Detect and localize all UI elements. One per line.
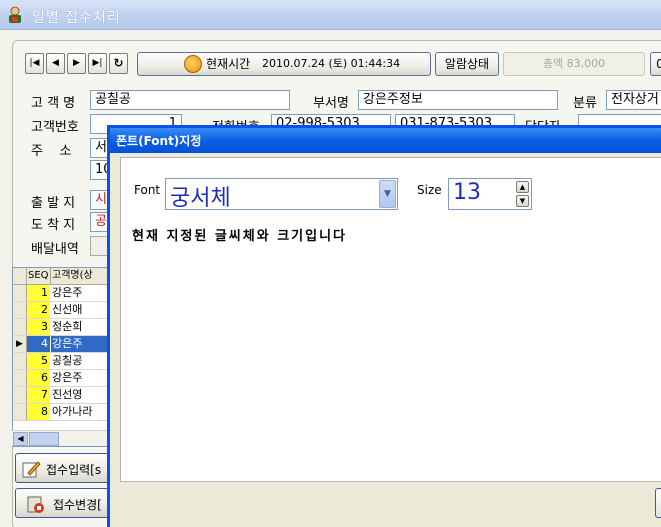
row-indicator[interactable] [13, 404, 27, 420]
last-record-button[interactable]: ▶| [88, 53, 107, 74]
delivery-label: 배달내역 [31, 242, 79, 257]
chevron-down-icon[interactable]: ▼ [379, 180, 396, 208]
refresh-button[interactable]: ↻ [109, 53, 128, 74]
dept-label: 부서명 [313, 96, 349, 111]
size-value: 13 [453, 180, 481, 205]
last-icon: ▶| [92, 58, 103, 68]
window-title: 일별 접수처리 [32, 10, 121, 26]
row-indicator[interactable]: ▶ [13, 336, 27, 352]
receive-change-button[interactable]: 접수변경[ [15, 488, 120, 518]
change-icon [26, 494, 46, 514]
dialog-ok-button[interactable] [655, 488, 661, 518]
row-seq-cell[interactable]: 5 [27, 353, 50, 369]
origin-label: 출 발 지 [31, 196, 76, 211]
app-icon [6, 6, 24, 24]
customer-name-field[interactable]: 공칠공 [90, 90, 290, 110]
customer-no-label: 고객번호 [31, 120, 79, 135]
row-seq-cell[interactable]: 1 [27, 285, 50, 301]
address-label: 주 소 [31, 144, 72, 159]
customer-grid[interactable]: SEQ 고객명(상 1 강은주 2 신선애 3 정순희 ▶ 4 강은주 5 공칠공 6 강은주 7 진선영 8… [12, 267, 123, 447]
first-icon: |◀ [29, 58, 40, 68]
grid-indicator-header [13, 268, 27, 285]
font-select[interactable]: 궁서체 ▼ [165, 178, 398, 211]
prev-icon: ◀ [52, 58, 59, 68]
size-stepper[interactable]: 13 ▲ ▼ [448, 178, 532, 210]
next-record-button[interactable]: ▶ [67, 53, 86, 74]
current-time-label: 현재시간 [206, 57, 251, 71]
font-dialog: 폰트(Font)지정 Font 궁서체 ▼ Size 13 ▲ ▼ 현재 지정된… [107, 125, 661, 527]
row-seq-cell[interactable]: 2 [27, 302, 50, 318]
row-indicator[interactable] [13, 302, 27, 318]
scroll-thumb[interactable] [29, 432, 59, 446]
size-label: Size [417, 183, 442, 197]
row-seq-cell[interactable]: 8 [27, 404, 50, 420]
row-indicator[interactable] [13, 319, 27, 335]
next-icon: ▶ [73, 58, 80, 68]
row-indicator[interactable] [13, 370, 27, 386]
category-field[interactable]: 전자상거 [606, 90, 661, 110]
row-indicator[interactable] [13, 285, 27, 301]
scroll-left-icon[interactable]: ◀ [13, 432, 28, 446]
font-select-value: 궁서체 [170, 186, 231, 211]
prev-record-button[interactable]: ◀ [46, 53, 65, 74]
font-dialog-panel: Font 궁서체 ▼ Size 13 ▲ ▼ 현재 지정된 글씨체와 크기입니다 [120, 157, 661, 482]
category-label: 분류 [573, 96, 597, 111]
edge-button[interactable]: 0 [650, 52, 661, 76]
edit-icon [21, 459, 41, 479]
alarm-status-button[interactable]: 알람상태 [435, 52, 499, 76]
current-time-button[interactable]: 현재시간 2010.07.24 (토) 01:44:34 [137, 52, 431, 76]
font-dialog-title: 폰트(Font)지정 [116, 134, 202, 148]
row-seq-cell[interactable]: 3 [27, 319, 50, 335]
grid-horizontal-scrollbar[interactable]: ◀ [12, 430, 110, 446]
row-seq-cell[interactable]: 4 [27, 336, 50, 352]
font-preview-text: 현재 지정된 글씨체와 크기입니다 [132, 229, 348, 244]
customer-name-label: 고 객 명 [31, 96, 76, 111]
receive-change-label: 접수변경[ [53, 498, 102, 512]
font-label: Font [134, 183, 161, 197]
current-time-value: 2010.07.24 (토) 01:44:34 [262, 57, 401, 70]
row-seq-cell[interactable]: 7 [27, 387, 50, 403]
row-seq-cell[interactable]: 6 [27, 370, 50, 386]
refresh-icon: ↻ [113, 56, 124, 70]
total-amount-field: 총액 83,000 [503, 52, 645, 76]
destination-label: 도 착 지 [31, 218, 76, 233]
clock-icon [184, 55, 202, 73]
first-record-button[interactable]: |◀ [25, 53, 44, 74]
grid-header-seq[interactable]: SEQ [27, 268, 51, 285]
spin-down-icon[interactable]: ▼ [516, 195, 529, 207]
row-indicator[interactable] [13, 387, 27, 403]
spin-up-icon[interactable]: ▲ [516, 181, 529, 193]
dept-field[interactable]: 강은주정보 [358, 90, 558, 110]
receive-input-label: 접수입력[s [46, 463, 102, 477]
row-indicator[interactable] [13, 353, 27, 369]
font-dialog-title-bar[interactable]: 폰트(Font)지정 [110, 128, 661, 153]
receive-input-button[interactable]: 접수입력[s [15, 453, 120, 483]
